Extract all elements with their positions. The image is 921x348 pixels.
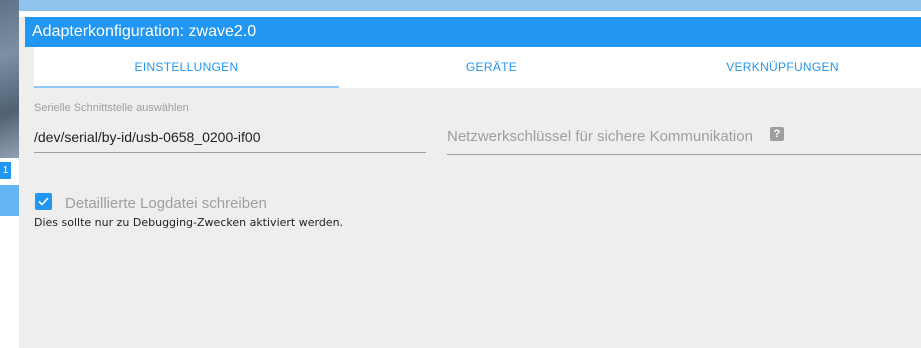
dialog-top-band — [19, 0, 921, 11]
detailed-log-label[interactable]: Detaillierte Logdatei schreiben — [65, 195, 267, 212]
question-mark-icon[interactable]: ? — [770, 127, 784, 141]
serial-port-label: Serielle Schnittstelle auswählen — [34, 102, 189, 114]
adapter-config-dialog: Adapterkonfiguration: zwave2.0 EINSTELLU… — [19, 0, 921, 348]
background-highlighted-item — [0, 185, 19, 216]
checkmark-icon — [38, 197, 49, 206]
network-key-placeholder: Netzwerkschlüssel für sichere Kommunikat… — [447, 128, 753, 145]
detailed-log-checkbox[interactable] — [35, 193, 52, 210]
serial-port-input[interactable] — [34, 122, 426, 153]
tab-einstellungen[interactable]: EINSTELLUNGEN — [34, 47, 339, 88]
dialog-title: Adapterkonfiguration: zwave2.0 — [25, 17, 921, 47]
background-badge: 1 — [0, 162, 11, 179]
background-image — [0, 0, 19, 158]
detailed-log-help-text: Dies sollte nur zu Debugging-Zwecken akt… — [34, 216, 344, 229]
tab-bar: EINSTELLUNGEN GERÄTE VERKNÜPFUNGEN — [34, 47, 921, 88]
tab-verknuepfungen[interactable]: VERKNÜPFUNGEN — [644, 47, 921, 88]
tab-geraete[interactable]: GERÄTE — [339, 47, 644, 88]
background-app-sidebar: 1 — [0, 0, 19, 348]
screen: 1 Adapterkonfiguration: zwave2.0 EINSTEL… — [0, 0, 921, 348]
network-key-field[interactable]: Netzwerkschlüssel für sichere Kommunikat… — [447, 122, 921, 155]
